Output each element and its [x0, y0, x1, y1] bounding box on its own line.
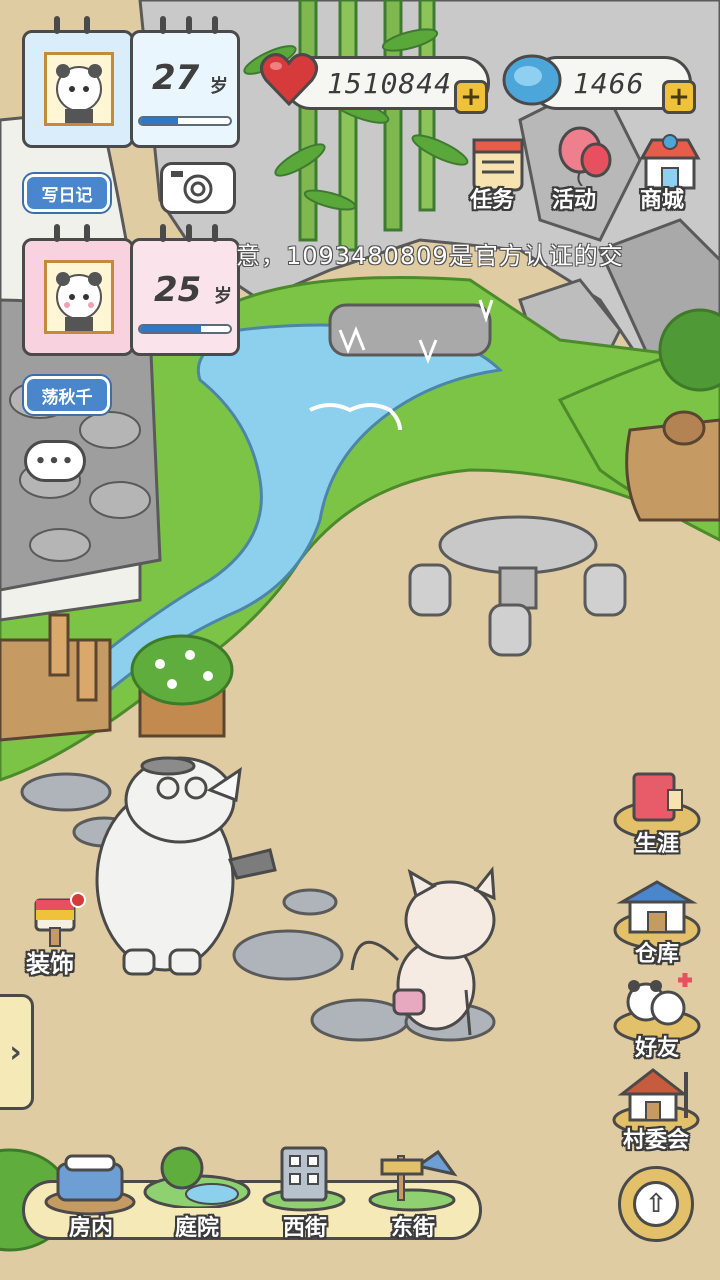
warehouse-label: 仓库	[634, 942, 679, 967]
signpost-icon	[368, 1149, 458, 1212]
warehouse-button[interactable]: 仓库	[612, 878, 702, 970]
friends-label: 好友	[634, 1036, 679, 1061]
chat-dots-icon: •••	[34, 450, 76, 472]
camera-icon	[171, 171, 213, 204]
nav-tab-east-street[interactable]: 东街	[358, 1149, 468, 1250]
balloon-icon	[558, 126, 612, 186]
stone-table	[438, 515, 598, 575]
nav-tab-home[interactable]: 房内	[36, 1150, 146, 1250]
decorate-button[interactable]: 装饰	[24, 892, 96, 982]
clover-coin-icon	[500, 50, 564, 110]
heart-icon	[258, 48, 320, 110]
bed-icon	[44, 1154, 136, 1216]
add-clovers-button[interactable]: +	[662, 80, 696, 114]
expand-panel-button[interactable]: ›	[0, 994, 34, 1110]
character-card-2[interactable]: 25 岁	[22, 224, 240, 356]
swing-button[interactable]: 荡秋千	[24, 376, 110, 414]
shop-button[interactable]: 商城	[636, 132, 706, 216]
nav-home-label: 房内	[68, 1216, 113, 1241]
camera-button[interactable]	[160, 162, 236, 214]
yard-pond-icon	[143, 1146, 251, 1208]
age-value: 27	[152, 58, 200, 98]
write-diary-button[interactable]: 写日记	[24, 174, 110, 212]
panda-avatar-icon	[44, 52, 114, 126]
events-button[interactable]: 活动	[548, 126, 618, 216]
building-icon	[262, 1146, 346, 1212]
decorate-label: 装饰	[26, 950, 74, 978]
friends-button[interactable]: 好友	[612, 972, 702, 1064]
village-committee-label: 村委会	[622, 1128, 689, 1153]
growth-progress-bar	[138, 324, 232, 334]
age-value: 25	[154, 270, 202, 310]
events-label: 活动	[552, 188, 597, 213]
fountain-stones	[328, 303, 492, 357]
career-label: 生涯	[634, 832, 679, 857]
career-button[interactable]: 生涯	[612, 768, 702, 860]
chat-bubble-button[interactable]: •••	[24, 440, 86, 482]
age-unit: 岁	[214, 286, 232, 307]
tasks-label: 任务	[470, 188, 515, 213]
age-unit: 岁	[210, 76, 228, 97]
village-committee-button[interactable]: 村委会	[606, 1064, 706, 1156]
nav-tab-yard[interactable]: 庭院	[142, 1146, 252, 1250]
announcement-ticker: 意，1093480809是官方认证的交	[236, 242, 624, 270]
clovers-value: 1466	[573, 67, 645, 100]
snail	[662, 410, 706, 446]
nav-east-street-label: 东街	[390, 1216, 435, 1241]
panda-avatar-icon	[44, 260, 114, 334]
nav-tab-west-street[interactable]: 西街	[250, 1146, 360, 1250]
tasks-button[interactable]: 任务	[464, 132, 530, 216]
add-hearts-button[interactable]: +	[454, 80, 488, 114]
nav-west-street-label: 西街	[282, 1216, 327, 1241]
nav-yard-label: 庭院	[174, 1216, 219, 1241]
paint-brush-icon	[34, 892, 86, 947]
growth-progress-bar	[138, 116, 232, 126]
chevron-right-icon: ›	[9, 1034, 22, 1070]
up-arrow-icon: ⇧	[633, 1181, 679, 1227]
shop-label: 商城	[640, 188, 685, 213]
game-screen: 27 岁 写日记 25 岁 荡秋千 ••• 1510844 + 1466 + 任…	[0, 0, 720, 1280]
upgrade-button[interactable]: ⇧	[618, 1166, 694, 1242]
character-card-1[interactable]: 27 岁	[22, 16, 240, 148]
hearts-value: 1510844	[327, 67, 453, 100]
